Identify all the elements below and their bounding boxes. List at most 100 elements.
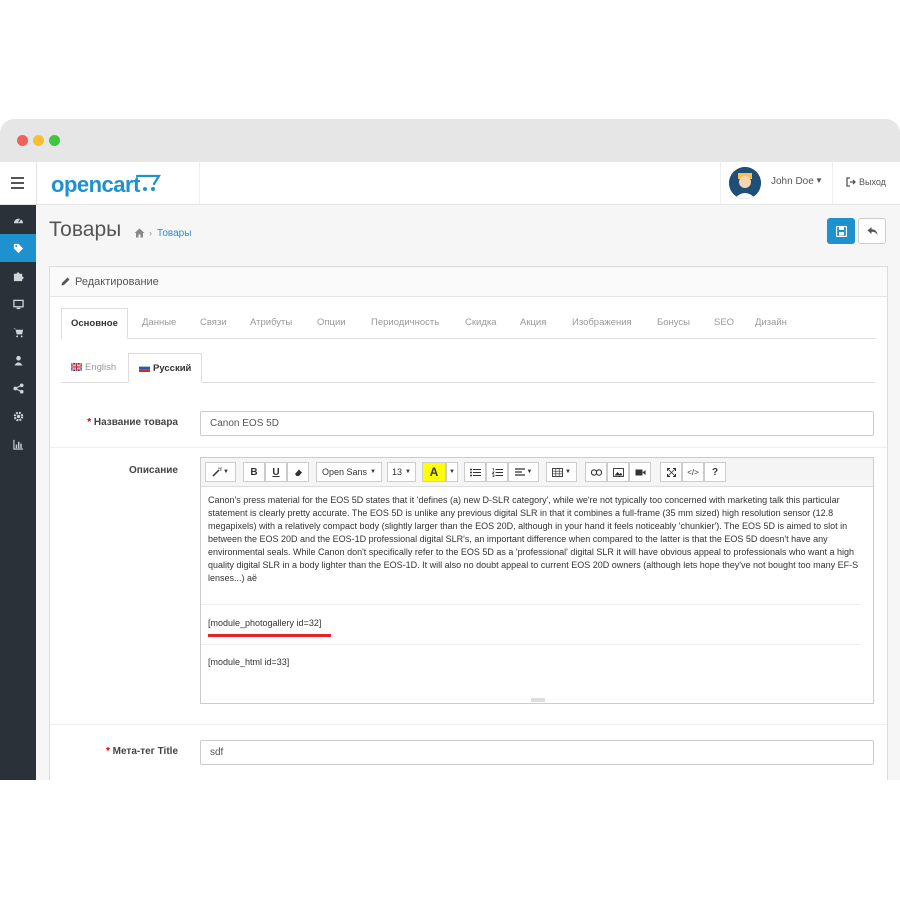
table-icon (552, 467, 563, 477)
close-dot[interactable] (17, 135, 28, 146)
description-label: Описание (129, 465, 178, 476)
underline-button[interactable]: U (265, 462, 287, 482)
ru-flag-icon (139, 364, 150, 372)
user-icon[interactable] (0, 346, 36, 374)
home-icon[interactable] (134, 228, 145, 238)
video-button[interactable] (629, 462, 651, 482)
clear-format-button[interactable] (287, 462, 309, 482)
numbered-list-button[interactable] (486, 462, 508, 482)
editor-text: Canon's press material for the EOS 5D st… (208, 495, 859, 583)
editor-toolbar: ▼ B U Open Sans ▼ 13 ▼ A ▼ ▼ ▼ </> ? (201, 458, 873, 487)
editor-resize-handle[interactable] (531, 698, 545, 702)
maximize-dot[interactable] (49, 135, 60, 146)
divider (50, 447, 887, 448)
reply-icon (867, 227, 877, 235)
puzzle-icon[interactable] (0, 262, 36, 290)
font-color-dropdown[interactable]: ▼ (446, 462, 458, 482)
gear-icon[interactable] (0, 402, 36, 430)
tab-data[interactable]: Данные (133, 308, 185, 338)
page-title: Товары (49, 218, 122, 241)
list-ul-icon (469, 468, 481, 476)
save-button[interactable] (827, 218, 855, 244)
user-name: John Doe (771, 176, 814, 187)
tab-general[interactable]: Основное (61, 308, 128, 339)
save-icon (835, 225, 847, 237)
cart-icon[interactable] (0, 318, 36, 346)
avatar (729, 167, 761, 199)
tab-russian-label: Русский (153, 363, 192, 374)
font-family-select[interactable]: Open Sans ▼ (316, 462, 382, 482)
product-name-input[interactable]: Canon EOS 5D (200, 411, 874, 436)
tab-seo[interactable]: SEO (705, 308, 743, 338)
tab-links[interactable]: Связи (191, 308, 236, 338)
description-editor[interactable]: ▼ B U Open Sans ▼ 13 ▼ A ▼ ▼ ▼ </> ? Can… (200, 457, 874, 704)
tab-special[interactable]: Акция (511, 308, 555, 338)
logo[interactable]: opencart (36, 162, 200, 204)
link-icon (590, 468, 602, 476)
module-shortcode-html: [module_html id=33] (208, 657, 290, 667)
tab-recurring[interactable]: Периодичность (362, 308, 448, 338)
tab-attributes[interactable]: Атрибуты (241, 308, 301, 338)
bullet-list-button[interactable] (464, 462, 486, 482)
meta-title-label: * Мета-тег Title (106, 746, 178, 757)
logout-icon (846, 177, 856, 187)
module-shortcode-photogallery: [module_photogallery id=32] (208, 618, 322, 628)
panel-heading: Редактирование (50, 267, 887, 297)
menu-toggle-icon[interactable] (0, 162, 37, 204)
back-button[interactable] (858, 218, 886, 244)
tag-icon[interactable] (0, 234, 36, 262)
fullscreen-button[interactable] (660, 462, 682, 482)
table-button[interactable]: ▼ (546, 462, 577, 482)
tab-design[interactable]: Дизайн (746, 308, 796, 338)
red-underline (208, 634, 331, 637)
tab-images[interactable]: Изображения (563, 308, 641, 338)
paragraph-button[interactable]: ▼ (508, 462, 539, 482)
paragraph-divider (201, 604, 861, 605)
magic-wand-icon (212, 467, 222, 477)
logout-button[interactable]: Выход (832, 162, 900, 204)
tab-english[interactable]: English (61, 353, 126, 382)
dashboard-icon[interactable] (0, 206, 36, 234)
minimize-dot[interactable] (33, 135, 44, 146)
code-view-button[interactable]: </> (682, 462, 704, 482)
font-size-select[interactable]: 13 ▼ (387, 462, 416, 482)
paragraph-divider (201, 644, 861, 645)
desktop-icon[interactable] (0, 290, 36, 318)
caret-down-icon: ▼ (815, 176, 823, 185)
eraser-icon (294, 469, 302, 476)
user-menu[interactable]: John Doe ▼ (720, 162, 833, 204)
pencil-icon (61, 277, 70, 286)
uk-flag-icon (71, 363, 82, 371)
edit-panel: Редактирование Основное Данные Связи Атр… (49, 266, 888, 780)
tab-english-label: English (85, 362, 117, 373)
font-color-button[interactable]: A (422, 462, 446, 482)
logout-label: Выход (859, 177, 886, 187)
logo-text: opencart (51, 172, 140, 197)
top-header: opencart John Doe ▼ Выход (0, 162, 900, 205)
picture-icon (612, 467, 624, 477)
help-button[interactable]: ? (704, 462, 726, 482)
video-icon (635, 469, 645, 475)
language-tabs: English Русский (61, 353, 875, 383)
main-content: Товары › Товары Редактирование Основное … (36, 205, 900, 780)
magic-style-button[interactable]: ▼ (205, 462, 236, 482)
cart-logo-icon (136, 174, 161, 191)
chart-icon[interactable] (0, 430, 36, 458)
tab-discount[interactable]: Скидка (456, 308, 506, 338)
tab-russian[interactable]: Русский (128, 353, 203, 383)
panel-title: Редактирование (75, 276, 159, 288)
list-ol-icon (491, 467, 503, 477)
bold-button[interactable]: B (243, 462, 265, 482)
share-icon[interactable] (0, 374, 36, 402)
breadcrumb-link[interactable]: Товары (157, 228, 191, 239)
sidebar (0, 205, 36, 780)
tab-reward[interactable]: Бонусы (648, 308, 699, 338)
image-button[interactable] (607, 462, 629, 482)
meta-title-input[interactable]: sdf (200, 740, 874, 765)
name-label: * Название товара (87, 417, 178, 428)
link-button[interactable] (585, 462, 607, 482)
align-left-icon (514, 467, 525, 476)
tab-options[interactable]: Опции (308, 308, 355, 338)
browser-window: opencart John Doe ▼ Выход Товары › Товар… (0, 119, 900, 780)
divider (50, 724, 887, 725)
